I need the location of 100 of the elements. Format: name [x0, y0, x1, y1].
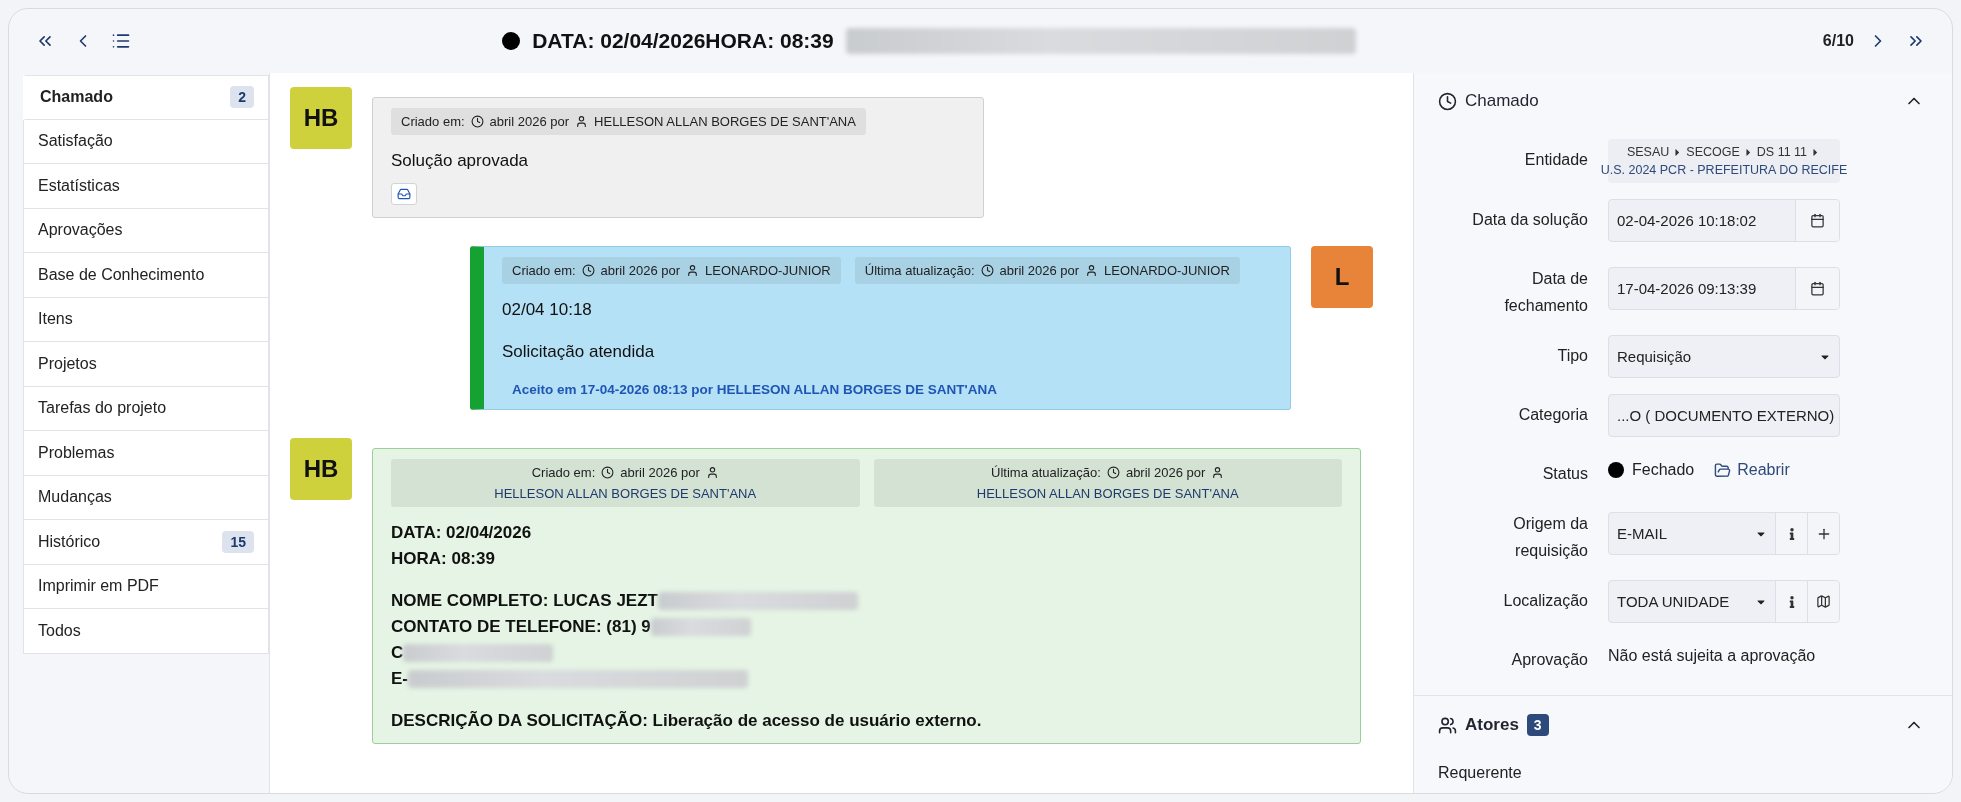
- sidebar-tab[interactable]: Chamado 2: [23, 75, 269, 120]
- tab-label: Histórico: [38, 532, 101, 551]
- tab-label: Estatísticas: [38, 176, 120, 195]
- map-button[interactable]: [1807, 581, 1839, 622]
- calendar-icon: [1810, 213, 1825, 228]
- sidebar-tab[interactable]: Tarefas do projeto: [23, 386, 269, 431]
- section-title: Chamado: [1465, 91, 1539, 111]
- entity-path-item[interactable]: SECOGE: [1686, 145, 1740, 159]
- calendar-button[interactable]: [1795, 200, 1839, 241]
- date-field[interactable]: 17-04-2026 09:13:39: [1608, 267, 1840, 310]
- meta-date: abril 2026 por: [999, 263, 1080, 278]
- author-link[interactable]: HELLESON ALLAN BORGES DE SANT'ANA: [494, 486, 757, 501]
- count-badge: 15: [222, 530, 254, 553]
- field-label: Localização: [1502, 591, 1588, 611]
- message-text: HORA: 08:39: [391, 549, 495, 569]
- folder-icon: [1714, 461, 1732, 479]
- meta-date: abril 2026 por: [620, 465, 700, 480]
- meta-label: Criado em:: [512, 263, 576, 278]
- field-label: Origem da requisição: [1512, 514, 1588, 561]
- section-header[interactable]: Atores 3: [1414, 696, 1952, 754]
- field-label: Requerente: [1438, 764, 1523, 782]
- tab-label: Problemas: [38, 443, 115, 462]
- tab-label: Base de Conhecimento: [38, 265, 205, 284]
- clock-icon: [470, 115, 484, 128]
- page-counter: 6/10: [1822, 32, 1854, 50]
- accepted-note: Aceito em 17-04-2026 08:13 por HELLESON ALLAN BORGES DE SANT'ANA: [511, 381, 999, 397]
- sidebar-tab[interactable]: Base de Conhecimento: [23, 253, 269, 298]
- entity-path-item[interactable]: DS 11 11: [1756, 145, 1808, 159]
- field-label: Aprovação: [1510, 650, 1588, 670]
- author-link[interactable]: LEONARDO-JUNIOR: [1104, 263, 1230, 278]
- info-button[interactable]: [1775, 581, 1807, 622]
- sidebar-tab[interactable]: Todos: [23, 609, 269, 654]
- tab-label: Projetos: [38, 354, 97, 373]
- field-label: Categoria: [1517, 405, 1588, 425]
- user-icon: [1211, 466, 1225, 479]
- entity-name[interactable]: U.S. 2024 PCR - PREFEITURA DO RECIFE: [1600, 163, 1848, 177]
- field-value: Não está sujeita a aprovação: [1608, 647, 1817, 665]
- clock-icon: [581, 264, 595, 277]
- message-text: 02/04 10:18: [502, 300, 592, 320]
- field-label: Status: [1541, 464, 1588, 484]
- clock-icon: [601, 466, 615, 479]
- sidebar-tab[interactable]: Problemas: [23, 431, 269, 476]
- field-label: Entidade: [1523, 150, 1588, 170]
- status-dot-icon: [502, 32, 521, 50]
- category-field[interactable]: ...O ( DOCUMENTO EXTERNO): [1608, 394, 1840, 437]
- message-text: Solução aprovada: [391, 151, 529, 171]
- tab-label: Itens: [38, 310, 73, 329]
- date-field[interactable]: 02-04-2026 10:18:02: [1608, 199, 1840, 242]
- message-text: CONTATO DE TELEFONE: (81) 9: [391, 617, 651, 637]
- message-text: C: [391, 643, 404, 663]
- sidebar-tab[interactable]: Projetos: [23, 342, 269, 387]
- ticket-title: DATA: 02/04/2026HORA: 08:39: [532, 29, 834, 53]
- select-field[interactable]: TODA UNIDADE: [1608, 580, 1840, 623]
- calendar-icon: [1810, 281, 1825, 296]
- sidebar-tab[interactable]: Mudanças: [23, 475, 269, 520]
- section-title: Atores: [1465, 715, 1519, 735]
- tab-label: Tarefas do projeto: [38, 399, 167, 418]
- reopen-link[interactable]: Reabrir: [1714, 461, 1790, 479]
- user-icon: [686, 264, 700, 277]
- author-link[interactable]: HELLESON ALLAN BORGES DE SANT'ANA: [594, 114, 856, 129]
- users-icon: [1438, 715, 1457, 735]
- field-label: Data de fechamento: [1503, 269, 1588, 316]
- calendar-button[interactable]: [1795, 268, 1839, 309]
- meta-label: Criado em:: [531, 465, 596, 480]
- field-label: Data da solução: [1471, 210, 1588, 230]
- user-icon: [705, 466, 719, 479]
- meta-label: Última atualização:: [864, 263, 975, 278]
- message-text: E-: [391, 669, 408, 689]
- select-field[interactable]: E-MAIL: [1608, 512, 1840, 555]
- info-button[interactable]: [1775, 513, 1807, 554]
- tab-label: Imprimir em PDF: [38, 577, 159, 596]
- tab-label: Chamado: [40, 88, 113, 107]
- attachment-button[interactable]: [391, 183, 417, 205]
- message-text: NOME COMPLETO: LUCAS JEZT: [391, 591, 658, 611]
- sidebar-tab[interactable]: Histórico 15: [23, 520, 269, 565]
- author-link[interactable]: LEONARDO-JUNIOR: [705, 263, 831, 278]
- count-badge: 3: [1526, 714, 1549, 736]
- entity-path-item[interactable]: SESAU: [1626, 145, 1670, 159]
- tab-label: Todos: [38, 621, 81, 640]
- sidebar-tab[interactable]: Estatísticas: [23, 164, 269, 209]
- select-field[interactable]: Requisição: [1608, 335, 1840, 378]
- clock-icon: [1438, 91, 1457, 111]
- sidebar-tab[interactable]: Aprovações: [23, 208, 269, 253]
- meta-date: abril 2026 por: [600, 263, 681, 278]
- section-header[interactable]: Chamado: [1414, 73, 1952, 129]
- map-icon: [1816, 594, 1831, 609]
- tab-label: Mudanças: [38, 488, 112, 507]
- meta-date: abril 2026 por: [489, 114, 570, 129]
- list-icon: [111, 31, 131, 51]
- avatar: HB: [290, 438, 352, 500]
- add-button[interactable]: [1807, 513, 1839, 554]
- author-link[interactable]: HELLESON ALLAN BORGES DE SANT'ANA: [976, 486, 1239, 501]
- message-text: DESCRIÇÃO DA SOLICITAÇÃO: Liberação de acesso de usuário externo.: [391, 711, 982, 731]
- meta-date: abril 2026 por: [1125, 465, 1206, 480]
- count-badge: 2: [230, 86, 254, 109]
- sidebar-tab[interactable]: Imprimir em PDF: [23, 564, 269, 609]
- sidebar-tab[interactable]: Itens: [23, 297, 269, 342]
- sidebar-tab[interactable]: Satisfação: [23, 119, 269, 164]
- user-icon: [575, 115, 589, 128]
- avatar: L: [1311, 246, 1373, 308]
